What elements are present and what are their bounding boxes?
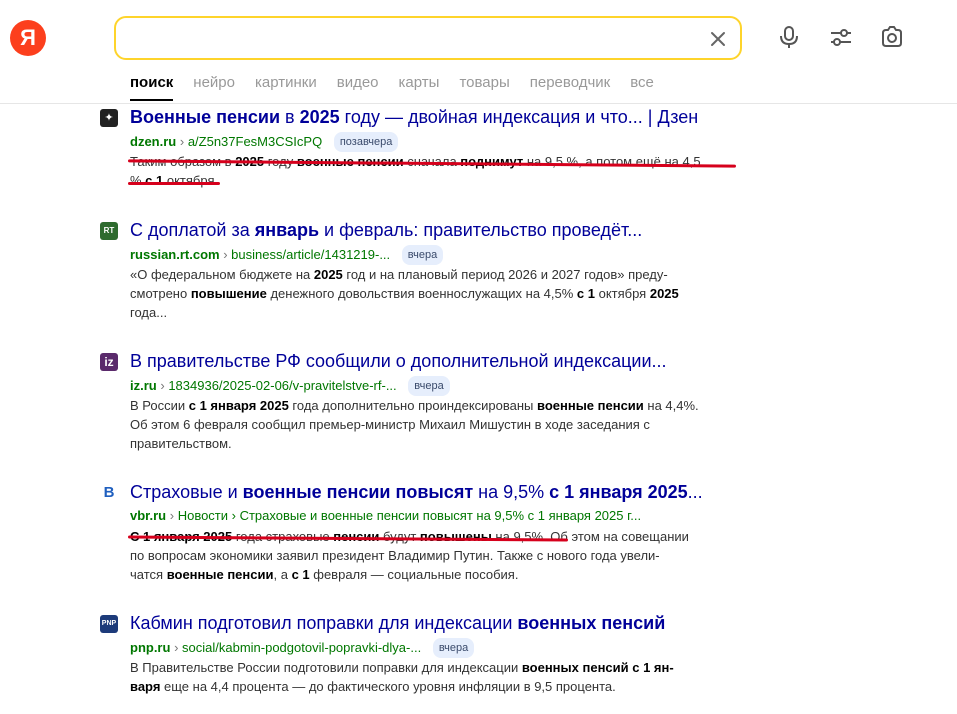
date-badge: вчера [401,245,444,265]
snippet-line: по вопросам экономики заявил президент В… [130,548,660,563]
result-path[interactable]: Новости › Страховые и военные пенсии пов… [178,508,641,523]
iz-icon: iz [100,353,118,371]
result-title[interactable]: Страховые и военные пенсии повысят на 9,… [130,480,703,504]
date-badge: позавчера [333,132,399,152]
result-title[interactable]: Кабмин подготовил поправки для индексаци… [130,611,665,635]
tab-search[interactable]: поиск [130,74,174,101]
result-snippet: В Правительстве России подготовили попра… [130,658,730,696]
tab-neuro[interactable]: нейро [193,74,235,101]
result-path[interactable]: business/article/1431219-... [231,247,390,262]
pnp-icon: PNP [100,615,118,633]
header: Я поиск нейро картинки видео карты товар… [0,0,957,104]
result-host[interactable]: dzen.ru [130,134,176,149]
rt-icon: RT [100,222,118,240]
snippet-line: «О федеральном бюджете на 2025 год и на … [130,267,668,282]
result-host[interactable]: iz.ru [130,378,157,393]
tab-all[interactable]: все [630,74,654,101]
result-snippet: «О федеральном бюджете на 2025 год и на … [130,265,730,322]
vbr-icon: B [100,484,118,502]
result-path[interactable]: 1834936/2025-02-06/v-pravitelstve-rf-... [168,378,396,393]
close-icon[interactable] [706,27,730,51]
search-box[interactable] [114,16,742,60]
result-snippet: В России с 1 января 2025 года дополнител… [130,396,730,453]
result-url[interactable]: iz.ru › 1834936/2025-02-06/v-pravitelstv… [130,376,450,396]
snippet-line: чатся военные пенсии, а с 1 февраля — со… [130,567,519,582]
date-badge: вчера [408,376,450,396]
filters-icon[interactable] [828,24,854,50]
snippet-line: года... [130,305,168,320]
result-path[interactable]: a/Z5n37FesM3CSIcPQ [188,134,322,149]
result-title[interactable]: Военные пенсии в 2025 году — двойная инд… [130,105,698,129]
result-host[interactable]: vbr.ru [130,508,166,523]
result-url[interactable]: pnp.ru › social/kabmin-podgotovil-poprav… [130,638,475,658]
tab-video[interactable]: видео [337,74,379,101]
tab-products[interactable]: товары [459,74,509,101]
snippet-line: варя еще на 4,4 процента — до фактическо… [130,679,616,694]
mic-icon[interactable] [776,24,802,50]
search-input[interactable] [128,26,688,50]
tab-translator[interactable]: переводчик [530,74,610,101]
yandex-logo[interactable]: Я [10,20,46,56]
result-url[interactable]: russian.rt.com › business/article/143121… [130,245,444,265]
snippet-line: Об этом 6 февраля сообщил премьер-минист… [130,417,650,432]
snippet-line: В России с 1 января 2025 года дополнител… [130,398,699,413]
result-host[interactable]: russian.rt.com [130,247,220,262]
camera-icon[interactable] [879,24,905,50]
tab-images[interactable]: картинки [255,74,317,101]
result-title[interactable]: С доплатой за январь и февраль: правител… [130,218,642,242]
result-path[interactable]: social/kabmin-podgotovil-popravki-dlya-.… [182,640,421,655]
snippet-line: правительством. [130,436,232,451]
result-url[interactable]: dzen.ru › a/Z5n37FesM3CSIcPQ позавчера [130,132,399,152]
dzen-icon: ✦ [100,109,118,127]
result-snippet: Таким образом в 2025 году военные пенсии… [130,152,730,190]
date-badge: вчера [432,638,475,658]
result-url[interactable]: vbr.ru › Новости › Страховые и военные п… [130,507,641,525]
result-title[interactable]: В правительстве РФ сообщили о дополнител… [130,349,667,373]
tab-maps[interactable]: карты [399,74,440,101]
result-host[interactable]: pnp.ru [130,640,170,655]
red-underline [128,182,220,185]
snippet-line: % с 1 октября. [130,173,219,188]
snippet-line: В Правительстве России подготовили попра… [130,660,674,675]
search-tabs: поиск нейро картинки видео карты товары … [130,74,674,101]
snippet-line: смотрено повышение денежного довольствия… [130,286,679,301]
